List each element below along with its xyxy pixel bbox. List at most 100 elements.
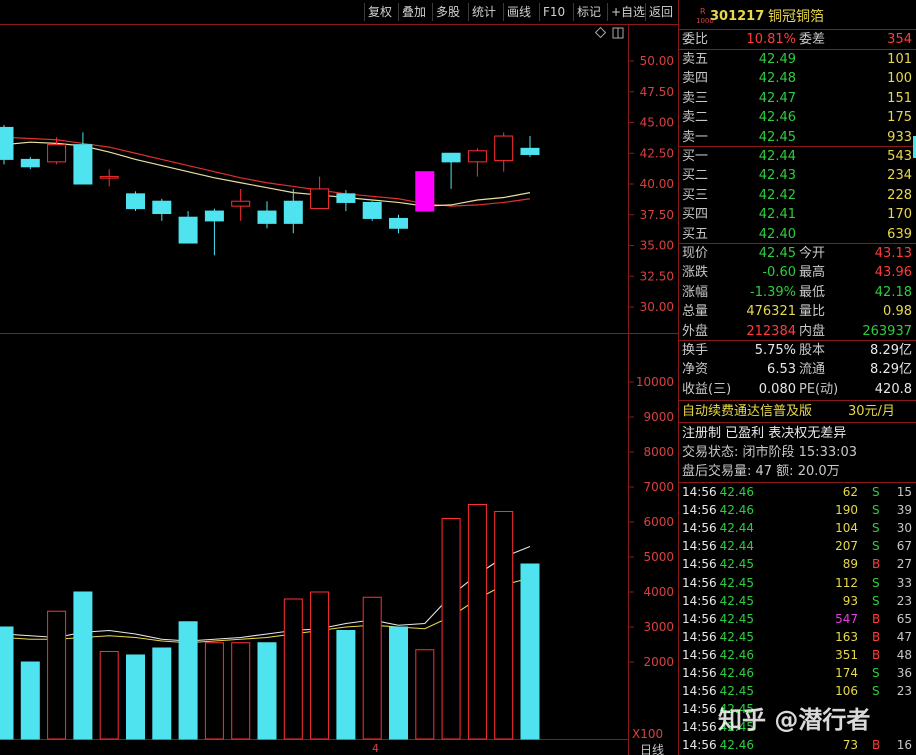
toolbar-button-f10[interactable]: F10 bbox=[539, 3, 568, 21]
volume-bar[interactable] bbox=[178, 621, 198, 740]
candle-body[interactable] bbox=[362, 201, 382, 219]
quote-row: 现价 42.45 今开 43.13 bbox=[682, 244, 914, 263]
panel-toggle-icon[interactable] bbox=[612, 27, 624, 39]
fund-row: 净资 6.53 流通 8.29亿 bbox=[682, 360, 914, 379]
tick-price: 42.45 bbox=[719, 611, 754, 626]
volume-bar[interactable] bbox=[362, 596, 382, 740]
volume-bar[interactable] bbox=[283, 598, 303, 740]
candle-body[interactable] bbox=[415, 171, 435, 212]
fund-value: 8.29亿 bbox=[870, 343, 912, 358]
candle-body[interactable] bbox=[20, 158, 40, 168]
candle-body[interactable] bbox=[99, 176, 119, 179]
volume-bar[interactable] bbox=[47, 610, 67, 740]
volume-bar[interactable] bbox=[494, 511, 514, 740]
quote-row: 涨幅 -1.39% 最低 42.18 bbox=[682, 283, 914, 302]
quote-label: 量比 bbox=[799, 304, 826, 320]
tick-price: 42.44 bbox=[719, 539, 754, 554]
candle-body[interactable] bbox=[467, 150, 487, 163]
volume-bar[interactable] bbox=[389, 626, 408, 740]
volume-bar[interactable] bbox=[152, 647, 172, 740]
candle-body[interactable] bbox=[126, 193, 145, 210]
ask-label: 卖二 bbox=[682, 110, 709, 126]
candle-body[interactable] bbox=[231, 200, 251, 207]
toolbar-button-duogu[interactable]: 多股 bbox=[432, 3, 463, 21]
tick-count: 39 bbox=[896, 503, 912, 518]
tick-volume: 190 bbox=[835, 503, 858, 518]
tick-count: 23 bbox=[896, 593, 912, 608]
ask-label: 卖四 bbox=[682, 71, 709, 87]
candle-body[interactable] bbox=[152, 200, 172, 215]
tick-row: 14:56 42.45 89 B 27 bbox=[682, 555, 914, 573]
volume-bar[interactable] bbox=[20, 661, 40, 740]
tick-price: 42.44 bbox=[719, 521, 754, 536]
tick-price: 42.45 bbox=[719, 629, 754, 644]
candle-body[interactable] bbox=[389, 217, 408, 229]
promo-price[interactable]: 30元/月 bbox=[848, 402, 895, 421]
diamond-icon[interactable] bbox=[594, 26, 607, 39]
candle-body[interactable] bbox=[0, 126, 14, 160]
toolbar-button-fuquan[interactable]: 复权 bbox=[364, 3, 395, 21]
quote-value: -0.60 bbox=[762, 265, 796, 281]
volume-axis-label: 5000 bbox=[643, 550, 674, 564]
candle-body[interactable] bbox=[310, 188, 330, 210]
candle-body[interactable] bbox=[257, 210, 277, 224]
volume-bar[interactable] bbox=[231, 642, 251, 740]
price-axis-label: 45.00 bbox=[640, 116, 674, 130]
fund-label: 净资 bbox=[682, 362, 709, 378]
ask-price: 42.46 bbox=[758, 110, 796, 126]
weibi-label: 委比 bbox=[682, 32, 709, 47]
volume-bar[interactable] bbox=[520, 563, 540, 740]
volume-bar[interactable] bbox=[73, 591, 93, 740]
tick-row: 14:56 42.45 112 S 33 bbox=[682, 574, 914, 592]
bid-label: 买四 bbox=[682, 207, 709, 223]
trade-status: 交易状态: 闭市阶段 15:33:03 bbox=[682, 445, 858, 460]
toolbar-button-biaoji[interactable]: 标记 bbox=[573, 3, 604, 21]
volume-bar[interactable] bbox=[336, 630, 356, 740]
volume-axis-label: 6000 bbox=[643, 515, 674, 529]
candle-body[interactable] bbox=[441, 152, 461, 163]
volume-bar[interactable] bbox=[126, 654, 145, 740]
kline-chart[interactable]: 50.00 47.50 45.00 42.50 40.00 37.50 35.00 32.50… bbox=[0, 24, 678, 755]
tick-count: 27 bbox=[896, 557, 912, 572]
tick-volume: 351 bbox=[835, 647, 858, 662]
toolbar-button-huaxian[interactable]: 画线 bbox=[503, 3, 534, 21]
volume-bar[interactable] bbox=[99, 651, 119, 740]
volume-bar[interactable] bbox=[204, 642, 224, 740]
toolbar-button-diejia[interactable]: 叠加 bbox=[398, 3, 429, 21]
fund-row: 换手 5.75% 股本 8.29亿 bbox=[682, 341, 914, 360]
volume-bar[interactable] bbox=[415, 649, 435, 740]
toolbar-button-zixuan[interactable]: +自选 bbox=[607, 3, 648, 21]
candle-body[interactable] bbox=[178, 216, 198, 244]
tick-row: 14:56 42.44 207 S 67 bbox=[682, 537, 914, 555]
toolbar-button-fanhui[interactable]: 返回 bbox=[645, 3, 676, 21]
volume-bar[interactable] bbox=[257, 642, 277, 740]
candle-body[interactable] bbox=[204, 210, 224, 222]
price-axis-label: 30.00 bbox=[640, 300, 674, 314]
volume-bar[interactable] bbox=[441, 518, 461, 740]
volume-bar[interactable] bbox=[310, 591, 330, 740]
volume-bar[interactable] bbox=[467, 504, 487, 740]
candle-body[interactable] bbox=[283, 200, 303, 224]
tick-time: 14:56 bbox=[682, 666, 717, 680]
toolbar-button-tongji[interactable]: 统计 bbox=[468, 3, 499, 21]
promo-row[interactable]: 自动续费通达信普及版 30元/月 bbox=[682, 402, 914, 421]
tick-count: 36 bbox=[896, 666, 912, 680]
stock-code: 301217 bbox=[710, 9, 765, 24]
candle-body[interactable] bbox=[336, 193, 356, 203]
candle-body[interactable] bbox=[73, 144, 93, 185]
fund-row: 收益(三) 0.080 PE(动) 420.8 bbox=[682, 380, 914, 399]
tick-price: 42.46 bbox=[719, 485, 754, 499]
fund-value: 6.53 bbox=[767, 362, 796, 378]
price-axis-label: 35.00 bbox=[640, 239, 674, 253]
quote-label: 外盘 bbox=[682, 323, 709, 339]
bid-price: 42.40 bbox=[758, 226, 796, 242]
ask-volume: 933 bbox=[887, 129, 912, 145]
promo-text[interactable]: 自动续费通达信普及版 bbox=[682, 402, 812, 421]
candle-body[interactable] bbox=[494, 135, 514, 162]
candle-body[interactable] bbox=[520, 147, 540, 155]
volume-bar[interactable] bbox=[0, 626, 14, 740]
price-axis-label: 42.50 bbox=[640, 146, 674, 160]
tick-row: 14:56 42.45 93 S 23 bbox=[682, 592, 914, 610]
candle-body[interactable] bbox=[47, 144, 67, 163]
tick-volume: 547 bbox=[835, 611, 858, 626]
